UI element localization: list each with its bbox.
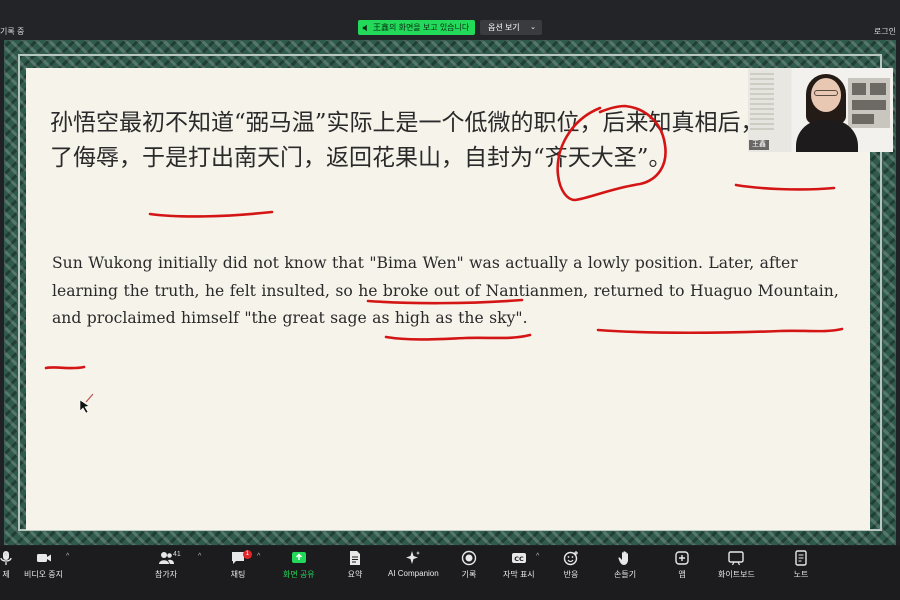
recording-label: 기록 중 (0, 27, 25, 36)
captions-button[interactable]: CC 자막 표시 (503, 550, 535, 580)
chevron-down-icon: ⌄ (530, 24, 536, 31)
chat-caret-icon[interactable]: ^ (257, 553, 260, 560)
chinese-paragraph: 孙悟空最初不知道“弼马温”实际上是一个低微的职位，后来知真相后，感到受到了侮辱，… (50, 110, 856, 171)
stop-video-button[interactable]: 비디오 중지 (24, 550, 63, 580)
top-bar: 기록 중 王鑫의 화면을 보고 있습니다 옵션 보기 ⌄ 로그인 (0, 0, 900, 40)
summary-icon (350, 551, 360, 565)
self-video-thumbnail[interactable]: 王鑫 (748, 68, 893, 152)
notes-label: 노트 (793, 570, 809, 579)
participants-caret-icon[interactable]: ^ (198, 553, 201, 560)
share-screen-button[interactable]: 화면 공유 (283, 550, 315, 580)
participants-icon (159, 552, 175, 564)
raise-hand-icon (618, 551, 629, 565)
ai-companion-button[interactable]: AI Companion (388, 550, 439, 578)
video-camera-icon (36, 554, 51, 562)
shared-slide: 孙悟空最初不知道“弼马温”实际上是一个低微的职位，后来知真相后，感到受到了侮辱，… (26, 68, 870, 530)
reactions-button[interactable]: 반응 (563, 550, 579, 580)
audio-label: 제 (2, 570, 10, 579)
share-screen-icon (291, 552, 306, 563)
whiteboard-icon (728, 551, 745, 566)
video-caret-icon[interactable]: ^ (66, 553, 69, 560)
audio-caret-icon[interactable]: ^ (4, 553, 7, 560)
meeting-toolbar: 제 ^ 비디오 중지 ^ 41 참가자 ^ 1 채팅 ^ 화면 공유 요약 AI… (0, 546, 900, 600)
english-paragraph: Sun Wukong initially did not know that "… (52, 254, 839, 327)
svg-text:CC: CC (514, 555, 524, 563)
chat-badge: 1 (242, 550, 252, 559)
record-icon (461, 550, 477, 566)
share-banner-text: 王鑫의 화면을 보고 있습니다 (373, 23, 470, 32)
raise-hand-button[interactable]: 손들기 (614, 550, 636, 580)
reaction-icon (563, 551, 578, 566)
video-poster (848, 78, 890, 128)
participants-button[interactable]: 41 참가자 (155, 550, 181, 580)
whiteboard-button[interactable]: 화이트보드 (718, 550, 755, 580)
apps-icon (675, 551, 689, 565)
share-screen-label: 화면 공유 (283, 570, 315, 579)
participants-label: 참가자 (155, 570, 178, 579)
sparkle-icon (406, 551, 421, 564)
chat-label: 채팅 (230, 570, 246, 579)
captions-caret-icon[interactable]: ^ (536, 553, 539, 560)
captions-label: 자막 표시 (503, 570, 535, 579)
view-options-label: 옵션 보기 (488, 23, 520, 32)
cc-icon: CC (511, 553, 526, 563)
participant-glasses (814, 90, 838, 96)
speaker-icon (362, 24, 367, 31)
notes-button[interactable]: 노트 (793, 550, 809, 580)
record-label: 기록 (461, 570, 477, 579)
stop-video-label: 비디오 중지 (24, 570, 64, 579)
apps-button[interactable]: 앱 (674, 550, 690, 580)
view-options-button[interactable]: 옵션 보기 ⌄ (480, 20, 542, 35)
raise-hand-label: 손들기 (614, 570, 637, 579)
screen-share-banner[interactable]: 王鑫의 화면을 보고 있습니다 (358, 20, 476, 35)
notes-icon (795, 550, 807, 566)
chat-button[interactable]: 1 채팅 (230, 550, 252, 580)
video-window-blind (750, 70, 774, 130)
apps-label: 앱 (678, 570, 686, 579)
ai-companion-label: AI Companion (388, 569, 439, 578)
record-button[interactable]: 기록 (461, 550, 477, 580)
login-label[interactable]: 로그인 (874, 26, 896, 37)
reactions-label: 반응 (563, 570, 579, 579)
participant-count: 41 (173, 551, 181, 558)
summary-button[interactable]: 요약 (347, 550, 363, 580)
participant-name-label: 王鑫 (749, 140, 769, 150)
summary-label: 요약 (347, 570, 363, 579)
whiteboard-label: 화이트보드 (718, 570, 755, 579)
